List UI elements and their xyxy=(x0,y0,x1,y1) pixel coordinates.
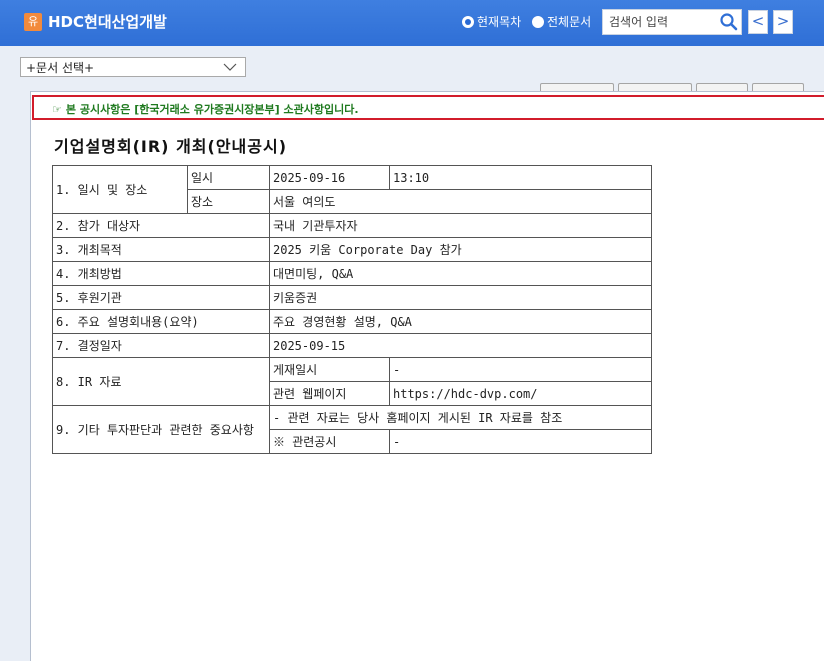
notice-banner: ☞ 본 공시사항은 [한국거래소 유가증권시장본부] 소관사항입니다. xyxy=(32,95,824,120)
row-label: 5. 후원기관 xyxy=(52,285,270,310)
document-viewer: ☞ 본 공시사항은 [한국거래소 유가증권시장본부] 소관사항입니다. 기업설명회… xyxy=(30,91,824,661)
document-select[interactable]: +문서 선택+ xyxy=(20,57,246,77)
row-label: 7. 결정일자 xyxy=(52,333,270,358)
search-box xyxy=(602,9,742,35)
company-title: HDC현대산업개발 xyxy=(48,13,167,31)
sub-label: ※ 관련공시 xyxy=(269,429,390,454)
table-row: 7. 결정일자 2025-09-15 xyxy=(52,333,652,358)
row-label: 3. 개최목적 xyxy=(52,237,270,262)
table-row: 3. 개최목적 2025 키움 Corporate Day 참가 xyxy=(52,237,652,262)
table-row: 1. 일시 및 장소 일시 2025-09-16 13:10 xyxy=(52,165,652,214)
cell-value: - xyxy=(389,429,652,454)
next-button[interactable]: > xyxy=(773,10,793,34)
cell-value: 대면미팅, Q&A xyxy=(269,261,652,286)
cell-value: 2025 키움 Corporate Day 참가 xyxy=(269,237,652,262)
row-label: 2. 참가 대상자 xyxy=(52,213,270,238)
cell-value: - xyxy=(389,357,652,382)
chevron-down-icon xyxy=(223,63,237,71)
row-label: 9. 기타 투자판단과 관련한 중요사항 xyxy=(52,405,270,454)
row-label: 1. 일시 및 장소 xyxy=(52,165,188,214)
company-logo-icon: 유 xyxy=(24,13,42,31)
radio-current-toc[interactable]: 현재목차 xyxy=(462,13,521,30)
radio-selected-icon[interactable] xyxy=(462,15,474,28)
row-label: 8. IR 자료 xyxy=(52,357,270,406)
cell-value: 2025-09-15 xyxy=(269,333,652,358)
sub-label: 장소 xyxy=(187,189,270,214)
ir-webpage-link[interactable]: https://hdc-dvp.com/ xyxy=(389,381,652,406)
sub-label: 일시 xyxy=(187,165,270,190)
top-header: 유 HDC현대산업개발 현재목차 전체문서 < > xyxy=(0,0,824,46)
cell-value: 서울 여의도 xyxy=(269,189,652,214)
radio-unselected-icon[interactable] xyxy=(532,15,544,28)
cell-value: - 관련 자료는 당사 홈페이지 게시된 IR 자료를 참조 xyxy=(269,405,652,430)
table-row: 2. 참가 대상자 국내 기관투자자 xyxy=(52,213,652,238)
search-input[interactable] xyxy=(609,14,709,30)
table-row: 9. 기타 투자판단과 관련한 중요사항 - 관련 자료는 당사 홈페이지 게시… xyxy=(52,405,652,454)
table-row: 6. 주요 설명회내용(요약) 주요 경영현황 설명, Q&A xyxy=(52,309,652,334)
notice-text-wrap: ☞ 본 공시사항은 [한국거래소 유가증권시장본부] 소관사항입니다. xyxy=(52,101,359,117)
pointing-hand-icon: ☞ xyxy=(52,103,62,116)
row-label: 6. 주요 설명회내용(요약) xyxy=(52,309,270,334)
radio-all-docs[interactable]: 전체문서 xyxy=(532,13,591,30)
disclosure-table: 1. 일시 및 장소 일시 2025-09-16 13:10 장소 서울 여의도… xyxy=(52,165,652,454)
cell-value: 국내 기관투자자 xyxy=(269,213,652,238)
notice-text: 본 공시사항은 [한국거래소 유가증권시장본부] 소관사항입니다. xyxy=(65,103,359,116)
disclosure-title: 기업설명회(IR) 개최(안내공시) xyxy=(54,137,288,156)
table-row: 8. IR 자료 게재일시 - xyxy=(52,357,652,406)
cell-value: 13:10 xyxy=(389,165,652,190)
sub-label: 게재일시 xyxy=(269,357,390,382)
cell-value: 주요 경영현황 설명, Q&A xyxy=(269,309,652,334)
cell-value: 키움증권 xyxy=(269,285,652,310)
cell-value: 2025-09-16 xyxy=(269,165,390,190)
row-label: 4. 개최방법 xyxy=(52,261,270,286)
prev-button[interactable]: < xyxy=(748,10,768,34)
document-select-value: +문서 선택+ xyxy=(26,61,95,75)
radio-all-docs-label: 전체문서 xyxy=(547,15,592,29)
table-row: 5. 후원기관 키움증권 xyxy=(52,285,652,310)
radio-current-toc-label: 현재목차 xyxy=(477,15,522,29)
sub-label: 관련 웹페이지 xyxy=(269,381,390,406)
search-icon[interactable] xyxy=(719,12,739,32)
table-row: 4. 개최방법 대면미팅, Q&A xyxy=(52,261,652,286)
